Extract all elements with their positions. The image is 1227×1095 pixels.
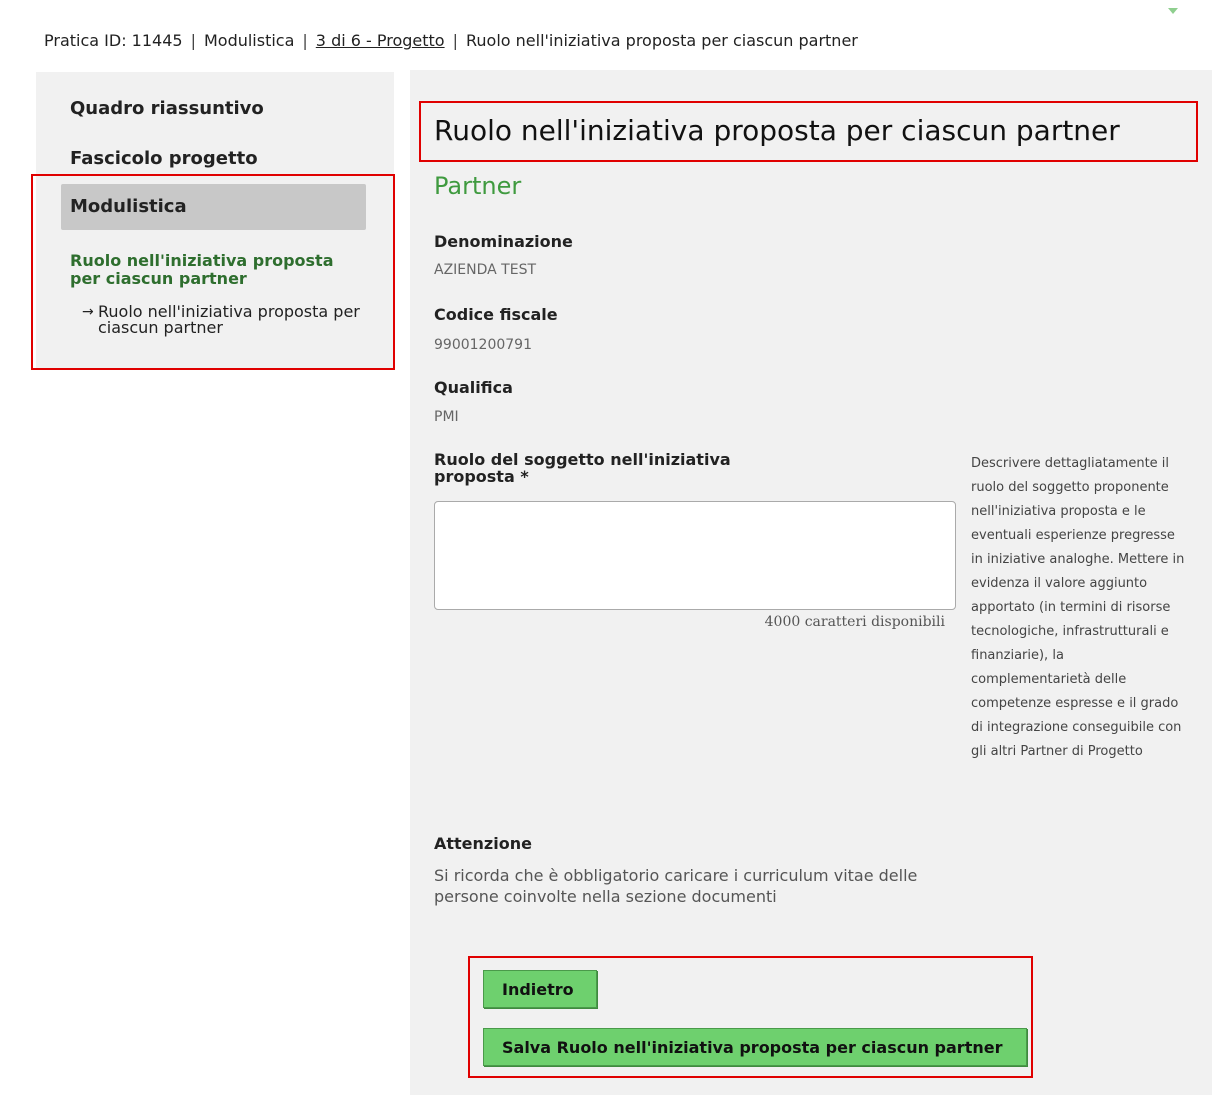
sidebar: Quadro riassuntivo Fascicolo progetto Mo… — [36, 72, 394, 368]
save-button[interactable]: Salva Ruolo nell'iniziativa proposta per… — [483, 1028, 1027, 1066]
field-value-qualifica: PMI — [434, 409, 459, 425]
arrow-right-icon: → — [82, 304, 94, 320]
sidebar-subitem-ruolo[interactable]: → Ruolo nell'iniziativa proposta per cia… — [82, 304, 372, 336]
page-title: Ruolo nell'iniziativa proposta per ciasc… — [434, 114, 1120, 147]
field-label-denominazione: Denominazione — [434, 232, 573, 251]
sidebar-subitem-label: Ruolo nell'iniziativa proposta per ciasc… — [98, 302, 360, 337]
ruolo-label: Ruolo del soggetto nell'iniziativa propo… — [434, 450, 731, 486]
breadcrumb-separator: | — [190, 31, 196, 50]
back-button[interactable]: Indietro — [483, 970, 597, 1008]
sidebar-item-fascicolo-progetto[interactable]: Fascicolo progetto — [70, 148, 258, 169]
top-decoration — [1168, 8, 1178, 14]
breadcrumb-modulistica: Modulistica — [203, 31, 295, 50]
sidebar-item-quadro-riassuntivo[interactable]: Quadro riassuntivo — [70, 98, 264, 119]
breadcrumb: Pratica ID: 11445 | Modulistica | 3 di 6 - P… — [44, 31, 858, 50]
sidebar-item-modulistica[interactable]: Modulistica — [61, 184, 366, 230]
attention-title: Attenzione — [434, 834, 532, 853]
breadcrumb-step-link[interactable]: 3 di 6 - Progetto — [316, 31, 445, 50]
sidebar-item-label: Modulistica — [70, 196, 187, 217]
ruolo-textarea[interactable] — [434, 501, 956, 610]
ruolo-help-text: Descrivere dettagliatamente il ruolo del… — [971, 456, 1185, 759]
chars-available-counter: 4000 caratteri disponibili — [764, 614, 945, 630]
breadcrumb-separator: | — [452, 31, 458, 50]
field-label-qualifica: Qualifica — [434, 378, 513, 397]
sidebar-subsection-ruolo[interactable]: Ruolo nell'iniziativa proposta per ciasc… — [70, 252, 360, 288]
breadcrumb-pratica: Pratica ID: 11445 — [44, 31, 183, 50]
main-panel: Ruolo nell'iniziativa proposta per ciasc… — [410, 70, 1212, 1095]
field-value-denominazione: AZIENDA TEST — [434, 262, 537, 278]
section-title-partner: Partner — [434, 172, 522, 200]
breadcrumb-current: Ruolo nell'iniziativa proposta per ciasc… — [465, 31, 858, 50]
breadcrumb-separator: | — [302, 31, 308, 50]
attention-text: Si ricorda che è obbligatorio caricare i… — [434, 866, 918, 906]
field-label-codice-fiscale: Codice fiscale — [434, 305, 558, 324]
field-value-codice-fiscale: 99001200791 — [434, 337, 532, 353]
